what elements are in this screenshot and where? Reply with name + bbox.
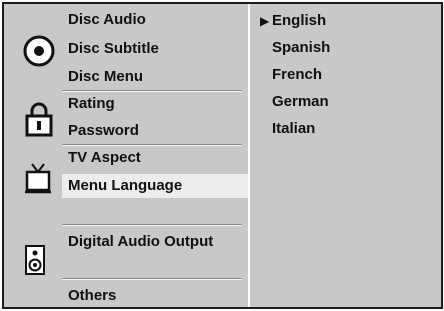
menu-item-rating[interactable]: Rating — [68, 92, 115, 116]
menu-item-disc-subtitle[interactable]: Disc Subtitle — [68, 37, 159, 61]
menu-separator — [62, 224, 242, 226]
speaker-icon — [25, 245, 45, 275]
menu-item-digital-audio-output[interactable]: Digital Audio Output — [68, 230, 213, 254]
padlock-icon — [25, 102, 53, 137]
menu-separator — [62, 278, 242, 280]
language-option-french[interactable]: French — [272, 63, 322, 87]
selected-arrow-icon: ▶ — [260, 14, 270, 28]
menu-item-disc-menu[interactable]: Disc Menu — [68, 65, 143, 89]
language-option-spanish[interactable]: Spanish — [272, 36, 330, 60]
language-option-italian[interactable]: Italian — [272, 117, 315, 141]
language-option-german[interactable]: German — [272, 90, 329, 114]
menu-item-menu-language[interactable]: Menu Language — [62, 174, 248, 198]
settings-categories-panel: Disc Audio Disc Subtitle Disc Menu Ratin… — [4, 4, 248, 307]
menu-item-password[interactable]: Password — [68, 119, 139, 143]
disc-icon — [23, 35, 55, 67]
settings-menu-window: Disc Audio Disc Subtitle Disc Menu Ratin… — [2, 2, 443, 309]
menu-item-tv-aspect[interactable]: TV Aspect — [68, 146, 141, 170]
tv-icon — [25, 163, 51, 194]
menu-item-others[interactable]: Others — [68, 284, 116, 308]
language-options-panel: ▶ English Spanish French German Italian — [250, 4, 441, 307]
language-option-english[interactable]: English — [272, 9, 326, 33]
menu-item-disc-audio[interactable]: Disc Audio — [68, 8, 146, 32]
